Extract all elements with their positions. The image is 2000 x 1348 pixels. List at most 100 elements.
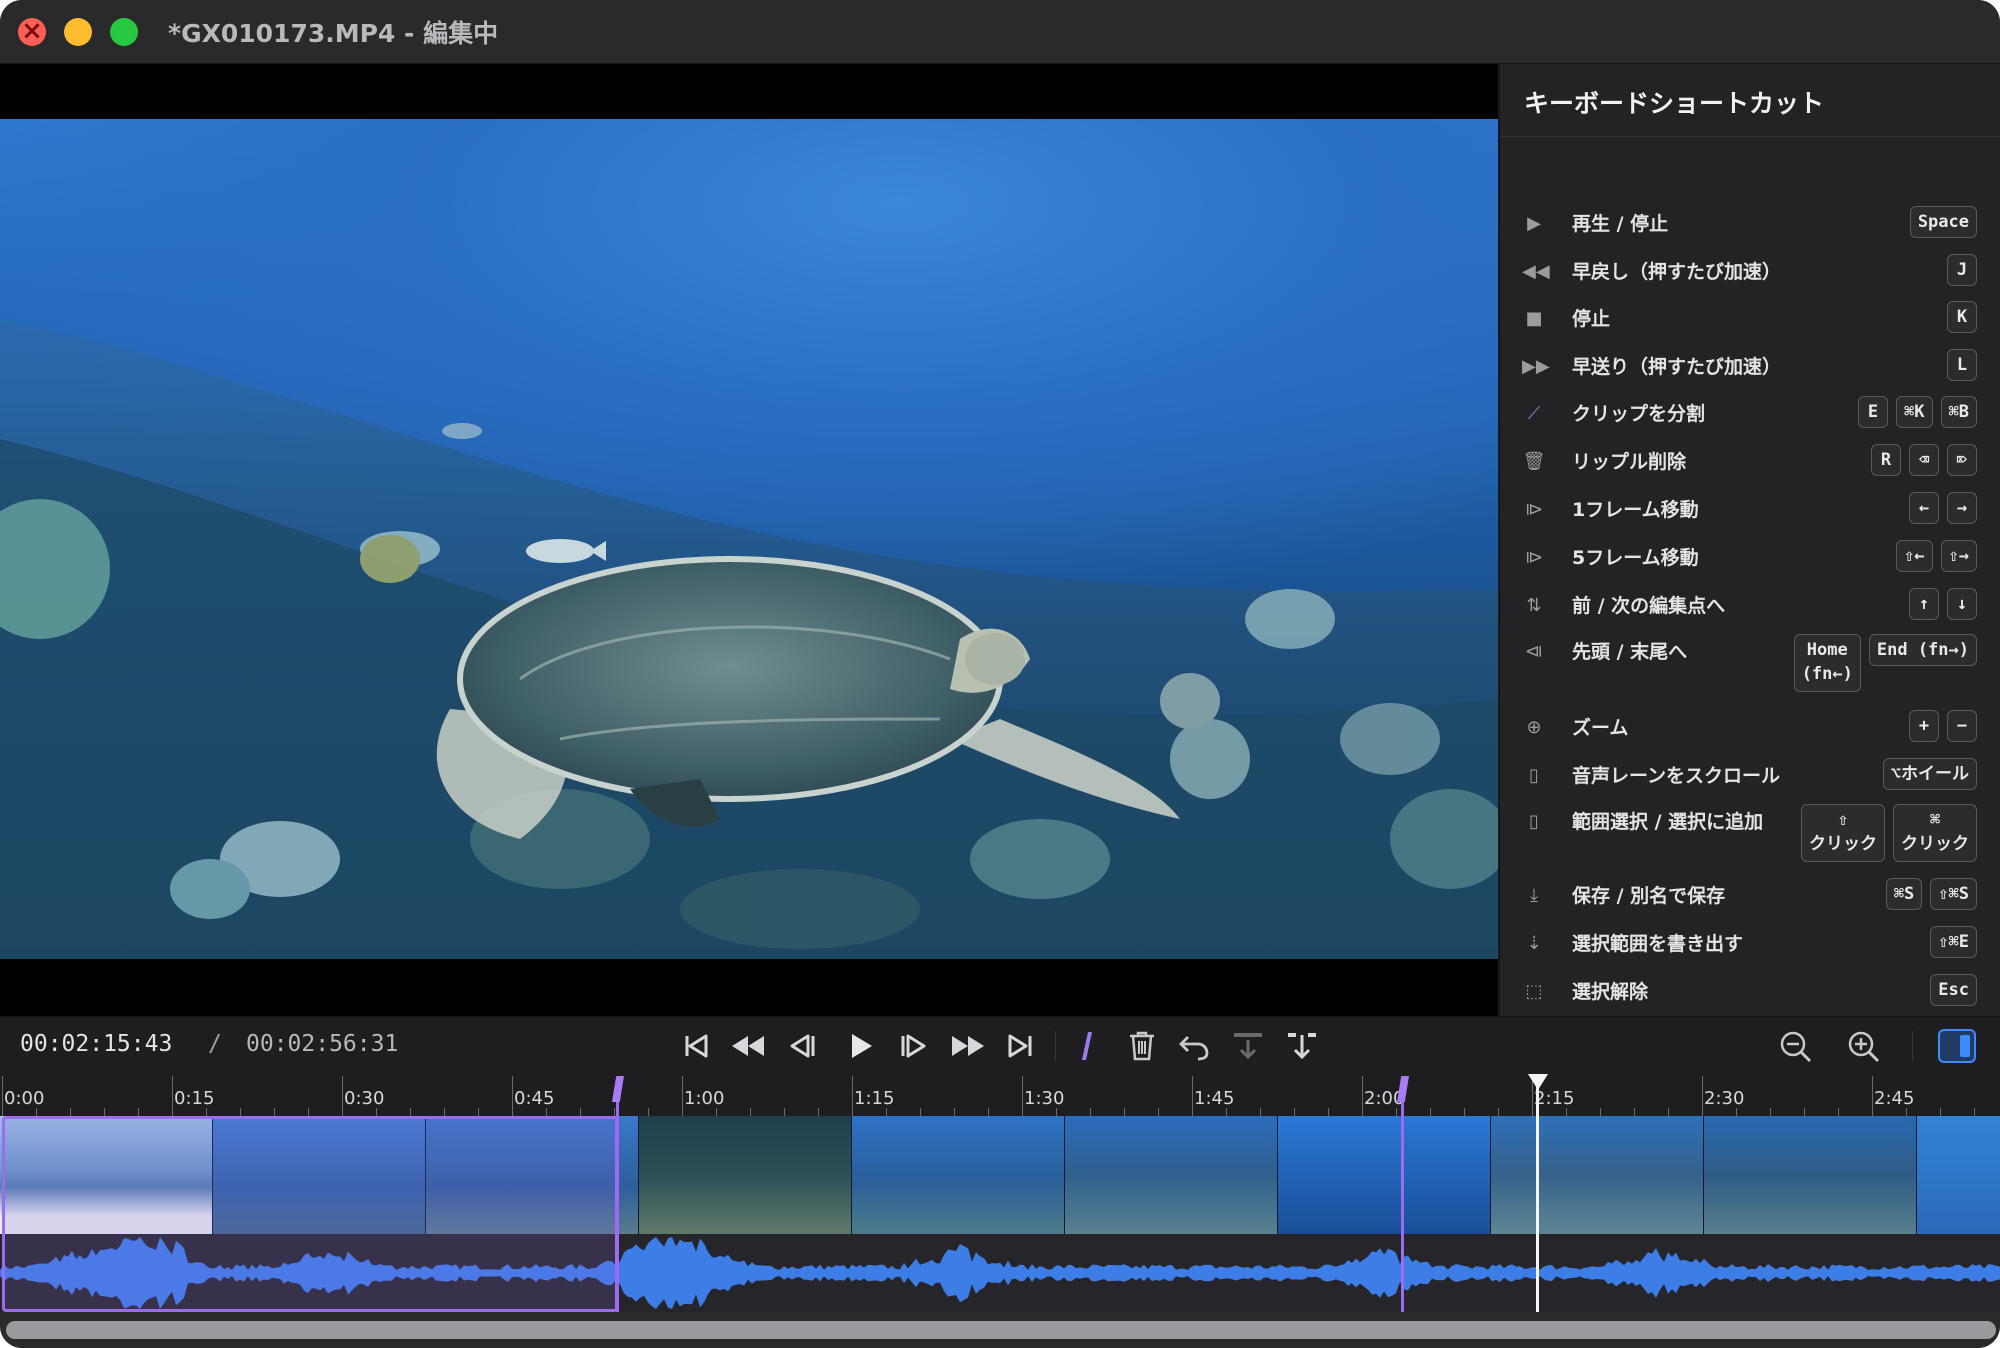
shortcut-keys: ↑ ↓ (1909, 588, 1977, 620)
zoom-window-button[interactable] (110, 18, 138, 46)
ruler-tick (852, 1076, 853, 1116)
export-selection-icon: ⇣ (1526, 933, 1542, 954)
step-back-frame-button[interactable] (780, 1027, 820, 1065)
clip-thumbnail (1278, 1116, 1491, 1234)
selection-range[interactable] (2, 1116, 618, 1312)
zoom-in-button[interactable] (1844, 1027, 1884, 1065)
ruler-tick (1192, 1076, 1193, 1116)
keycap: J (1947, 254, 1977, 286)
ruler-tick (376, 1108, 377, 1116)
export-disabled-button[interactable] (1228, 1027, 1268, 1065)
keycap: ⇧⌘E (1930, 926, 1977, 958)
ruler-tick-label: 0:15 (174, 1088, 215, 1109)
ruler-tick (580, 1108, 581, 1116)
ruler-tick (1396, 1108, 1397, 1116)
mouse-icon: ▯ (1529, 765, 1539, 786)
step-forward-frame-icon (901, 1034, 926, 1058)
ruler-tick-label: 0:45 (514, 1088, 555, 1109)
ruler-tick (1022, 1076, 1023, 1116)
undo-icon (1179, 1036, 1209, 1061)
minimize-window-button[interactable] (64, 18, 92, 46)
shortcut-keys: + − (1909, 710, 1977, 742)
shortcut-label: 範囲選択 / 選択に追加 (1572, 811, 1764, 833)
ruler-tick (1804, 1108, 1805, 1116)
ruler-tick (1158, 1108, 1159, 1116)
split-clip-button[interactable] (1068, 1027, 1108, 1065)
ruler-tick (2, 1076, 3, 1116)
ruler-tick (1906, 1108, 1907, 1116)
shortcut-keys: ⇧⌘E (1930, 926, 1977, 958)
fast-forward-button[interactable] (948, 1027, 988, 1065)
shortcut-keys: ⌥ホイール (1882, 758, 1977, 790)
undo-button[interactable] (1174, 1027, 1214, 1065)
rewind-icon: ◀◀ (1522, 261, 1550, 282)
rewind-button[interactable] (728, 1027, 768, 1065)
step-five-frames-icon: ⧐ (1525, 547, 1543, 568)
keycap: ← (1909, 492, 1939, 524)
zoom-in-icon (1848, 1031, 1880, 1063)
ripple-delete-button[interactable] (1122, 1027, 1162, 1065)
split-marker[interactable] (616, 1078, 619, 1312)
timeline-ruler[interactable]: 0:00 0:15 0:30 0:45 1:00 1:15 1:30 1:45 2:00 2:15… (0, 1074, 2000, 1116)
ruler-tick (478, 1108, 479, 1116)
duration-timecode: 00:02:56:31 (246, 1031, 399, 1057)
close-window-button[interactable] (18, 16, 46, 46)
ruler-tick (1838, 1108, 1839, 1116)
keycap: ↑ (1909, 588, 1939, 620)
shortcut-keys: Home (fn←) End (fn→) (1793, 634, 1977, 692)
ruler-tick (1124, 1108, 1125, 1116)
timecode-separator: / (208, 1031, 222, 1057)
split-marker[interactable] (1401, 1078, 1404, 1312)
ruler-tick (1668, 1108, 1669, 1116)
ruler-tick (716, 1108, 717, 1116)
export-selection-button[interactable] (1282, 1027, 1322, 1065)
ruler-tick (1430, 1108, 1431, 1116)
timeline-scrollbar[interactable] (0, 1312, 2000, 1348)
title-bar: *GX010173.MP4 - 編集中 (0, 0, 2000, 64)
keycap: ⇧ クリック (1801, 804, 1885, 862)
keycap: Esc (1930, 974, 1977, 1006)
playhead[interactable] (1536, 1086, 1539, 1314)
ruler-tick (920, 1108, 921, 1116)
ruler-tick (1770, 1108, 1771, 1116)
shortcut-keys: ← → (1909, 492, 1977, 524)
ruler-tick (512, 1076, 513, 1116)
ruler-tick (614, 1108, 615, 1116)
mouse-click-icon: ▯ (1529, 811, 1539, 832)
ruler-tick (1600, 1108, 1601, 1116)
play-button[interactable] (840, 1027, 880, 1065)
ruler-tick (1634, 1108, 1635, 1116)
ruler-tick (954, 1108, 955, 1116)
transport-divider (1055, 1031, 1056, 1061)
app-window: *GX010173.MP4 - 編集中 (0, 0, 2000, 1348)
play-icon: ▶ (1527, 213, 1541, 234)
skip-to-start-button[interactable] (676, 1027, 716, 1065)
zoom-out-button[interactable] (1776, 1027, 1816, 1065)
skip-to-start-icon (685, 1034, 708, 1058)
fast-forward-icon (952, 1036, 984, 1056)
step-forward-frame-button[interactable] (896, 1027, 936, 1065)
zoom-out-icon (1780, 1031, 1812, 1063)
shortcut-keys: ⇧ クリック ⌘ クリック (1801, 804, 1977, 862)
ruler-tick-label: 0:30 (344, 1088, 385, 1109)
deselect-icon: ⬚ (1525, 981, 1543, 1002)
video-frame[interactable] (0, 119, 1498, 959)
scrollbar-thumb[interactable] (6, 1321, 1996, 1339)
keycap: End (fn→) (1868, 634, 1977, 666)
ruler-tick-label: 0:00 (4, 1088, 45, 1109)
ruler-tick (70, 1108, 71, 1116)
ruler-tick (1940, 1108, 1941, 1116)
keycap: Space (1909, 206, 1977, 238)
ruler-tick (546, 1108, 547, 1116)
shortcut-keys: L (1947, 349, 1977, 381)
shortcut-panel: キーボードショートカット ▶ 再生 / 停止 Space ◀◀ 早戻し（押すたび加速） J… (1499, 64, 2000, 1054)
shortcut-keys: R ⌫ ⌦ (1871, 444, 1977, 476)
skip-to-end-button[interactable] (1000, 1027, 1040, 1065)
video-viewer[interactable] (0, 64, 1498, 1016)
stop-icon: ■ (1525, 308, 1543, 329)
panel-divider (1500, 136, 2000, 137)
ruler-tick (104, 1108, 105, 1116)
split-blade-icon: ⟋ (1527, 403, 1541, 424)
ruler-tick-label: 2:15 (1534, 1088, 1575, 1109)
toggle-panel-button[interactable] (1938, 1029, 1976, 1063)
